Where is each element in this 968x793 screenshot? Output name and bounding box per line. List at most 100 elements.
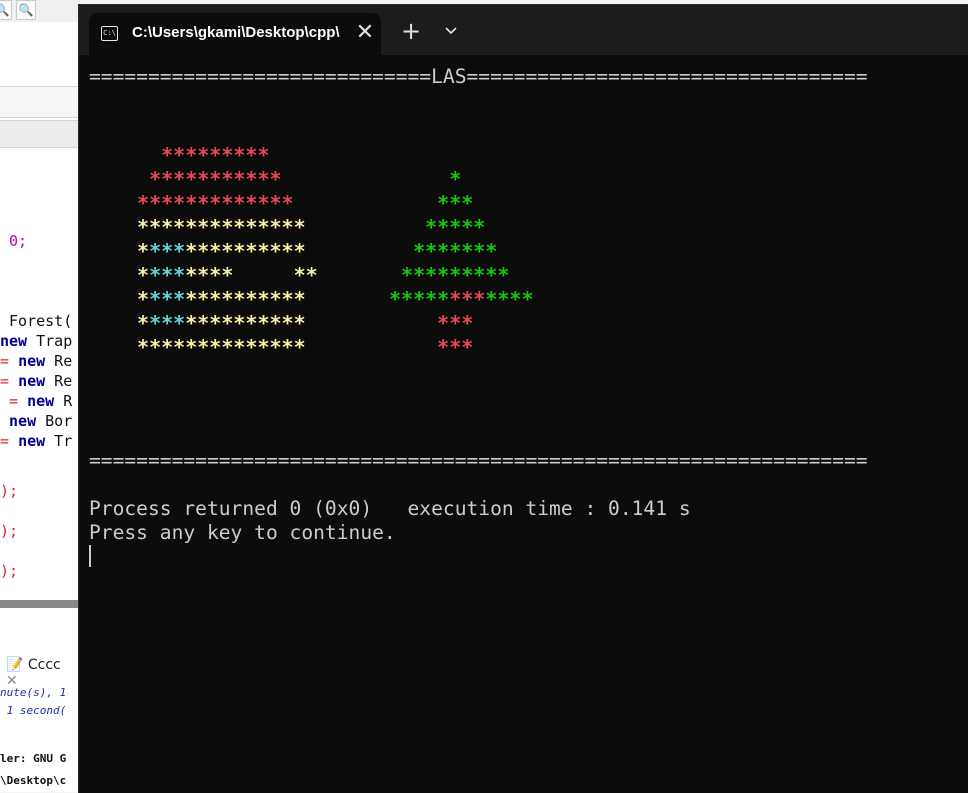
code-token: = xyxy=(0,372,19,390)
code-token: new xyxy=(18,432,46,450)
messages-tab[interactable]: 📝 Cccc ✕ xyxy=(6,657,76,689)
new-tab-button[interactable]: + xyxy=(401,19,421,43)
code-line: = new Re xyxy=(0,372,72,390)
ascii-art-segment: * xyxy=(125,263,150,287)
ascii-art-row: ************** xyxy=(125,311,306,335)
ascii-art-segment: ** xyxy=(293,263,318,287)
ascii-art-segment: **** xyxy=(485,287,534,311)
build-log-line: 1 second( xyxy=(0,704,67,717)
ascii-art-segment: *** xyxy=(437,335,474,359)
code-token: Re xyxy=(45,352,73,370)
code-token: = xyxy=(0,352,19,370)
ascii-art-segment: ************** xyxy=(125,215,306,239)
ascii-art-segment: ***** xyxy=(389,215,486,239)
ascii-art-segment: * xyxy=(125,287,150,311)
ascii-art-segment xyxy=(233,263,293,287)
process-returned-line: Process returned 0 (0x0) execution time … xyxy=(89,497,691,520)
terminal-window: C:\ C:\Users\gkami\Desktop\cpp\ ✕ + ====… xyxy=(78,4,968,793)
ascii-art-segment: ********** xyxy=(185,239,306,263)
ascii-art-segment: *** xyxy=(149,239,186,263)
code-line: = new Re xyxy=(0,352,72,370)
ascii-art-row: ************** xyxy=(125,215,306,239)
code-token: 0; xyxy=(0,232,28,250)
ascii-art-segment: ******* xyxy=(389,239,498,263)
ascii-art-row: ******** ** xyxy=(125,263,318,287)
code-line: ); xyxy=(0,522,18,540)
ascii-art-row: * xyxy=(389,167,461,191)
ascii-art-row: ******* xyxy=(389,239,497,263)
ascii-art-segment: ********* xyxy=(389,263,510,287)
ascii-art-segment: ********* xyxy=(125,143,270,167)
ascii-art-row: ************** xyxy=(125,287,306,311)
code-token: ); xyxy=(0,522,19,540)
ascii-art-row: ********* xyxy=(125,143,270,167)
ascii-art-segment: ************* xyxy=(125,191,294,215)
ascii-art-segment: **** xyxy=(185,263,234,287)
console-output[interactable]: =============================LAS========… xyxy=(79,55,968,793)
code-token: new xyxy=(18,352,46,370)
ide-toolbar: 🔍 🔍 xyxy=(0,0,80,22)
ascii-art-segment: *** xyxy=(149,311,186,335)
ascii-art-segment: *** xyxy=(149,263,186,287)
code-token: Re xyxy=(45,372,73,390)
code-line: Forest( xyxy=(0,312,72,330)
messages-tab-label: Cccc xyxy=(27,657,61,673)
ide-panel-header xyxy=(0,86,80,118)
code-token: = xyxy=(0,432,19,450)
ascii-art-segment: * xyxy=(125,311,150,335)
ascii-art-row: *** xyxy=(389,311,473,335)
ascii-art-segment: ********** xyxy=(185,311,306,335)
ascii-art-segment: * xyxy=(389,167,462,191)
zoom-in-icon[interactable]: 🔍 xyxy=(0,0,12,20)
code-line: = new Tr xyxy=(0,432,72,450)
ascii-art-segment xyxy=(389,311,437,335)
code-token: Tr xyxy=(45,432,73,450)
code-token: Bor xyxy=(36,412,73,430)
ascii-art-row: ************** xyxy=(125,239,306,263)
code-token: ); xyxy=(0,562,19,580)
tab-title: C:\Users\gkami\Desktop\cpp\ xyxy=(132,24,340,41)
file-icon: 📝 xyxy=(6,657,24,673)
code-line: ); xyxy=(0,482,18,500)
build-log-line: nute(s), 1 xyxy=(0,686,67,699)
build-log-line: \Desktop\c xyxy=(0,774,67,787)
zoom-out-icon[interactable]: 🔍 xyxy=(16,0,36,20)
ascii-art-segment: ************** xyxy=(125,335,306,359)
code-token: Forest( xyxy=(0,312,73,330)
code-token: new xyxy=(27,392,55,410)
code-editor[interactable]: 0; Forest(new Trap = new Re = new Re = new… xyxy=(0,148,80,598)
code-token: = xyxy=(0,392,28,410)
code-line: ); xyxy=(0,562,18,580)
ascii-art-segment: *********** xyxy=(125,167,282,191)
ascii-art-segment: *** xyxy=(389,191,474,215)
code-token: new xyxy=(18,372,46,390)
ascii-art-segment: *** xyxy=(437,311,474,335)
ascii-art-segment: *** xyxy=(149,287,186,311)
ascii-art-row: ********* xyxy=(389,263,509,287)
ascii-art-segment: *** xyxy=(449,287,486,311)
ascii-art-row: *** xyxy=(389,191,473,215)
ide-editor-tabs xyxy=(0,120,80,148)
build-log-line: ler: GNU G xyxy=(0,752,67,765)
ide-splitter[interactable] xyxy=(0,600,80,608)
header-separator: =============================LAS========… xyxy=(89,65,868,88)
code-token: Trap xyxy=(27,332,73,350)
code-token: R xyxy=(54,392,73,410)
ascii-art-row: ************** xyxy=(125,335,306,359)
text-cursor xyxy=(89,545,91,567)
code-line: new Trap xyxy=(0,332,72,350)
code-line: 0; xyxy=(0,232,27,250)
console-icon: C:\ xyxy=(101,26,118,41)
footer-separator: ========================================… xyxy=(89,449,868,472)
chevron-down-icon[interactable] xyxy=(441,21,461,41)
background-ide-window: 🔍 🔍 0; Forest(new Trap = new Re = new Re =… xyxy=(0,0,80,792)
code-line: = new R xyxy=(0,392,72,410)
terminal-tab-bar: C:\ C:\Users\gkami\Desktop\cpp\ ✕ + xyxy=(79,5,968,55)
ascii-art-row: *** xyxy=(389,335,473,359)
continue-prompt: Press any key to continue. xyxy=(89,521,396,544)
code-line: new Bor xyxy=(0,412,72,430)
code-token: new xyxy=(0,332,28,350)
terminal-tab[interactable]: C:\ C:\Users\gkami\Desktop\cpp\ ✕ xyxy=(89,13,381,55)
ide-messages-panel: 📝 Cccc ✕ nute(s), 1 1 second( ler: GNU G \… xyxy=(0,620,80,792)
close-tab-icon[interactable]: ✕ xyxy=(355,22,375,44)
